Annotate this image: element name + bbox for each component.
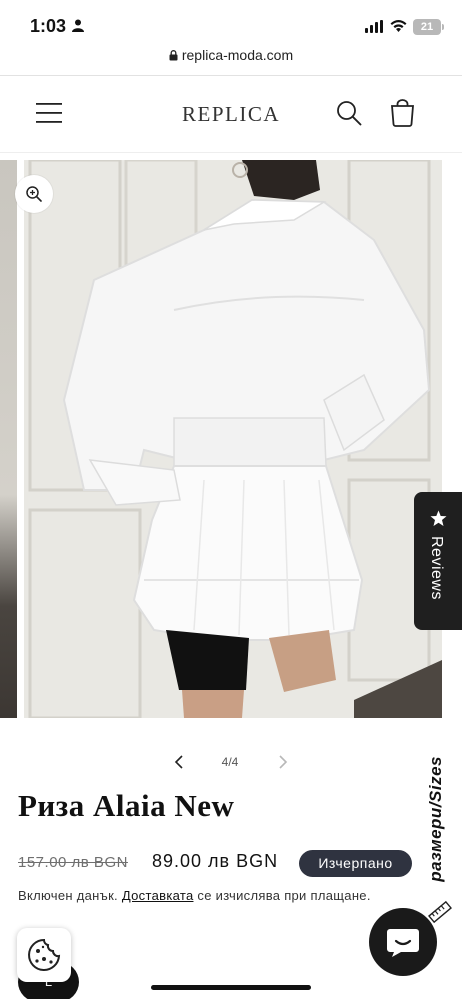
wifi-icon (390, 20, 407, 32)
star-icon (430, 510, 447, 526)
url-bar[interactable]: replica-moda.com (0, 42, 462, 76)
lock-icon (169, 50, 178, 61)
tax-note-text-end: се изчислява при плащане. (193, 888, 371, 903)
size-guide-tab[interactable]: размери/Sizes (424, 752, 454, 920)
url-text: replica-moda.com (181, 47, 294, 63)
cookie-settings-button[interactable] (17, 928, 71, 982)
zoom-button[interactable] (15, 175, 53, 213)
ruler-icon[interactable] (428, 900, 452, 924)
status-time: 1:03 (30, 16, 67, 36)
status-bar: 1:03 21 (0, 0, 462, 42)
shipping-link[interactable]: Доставката (122, 888, 194, 903)
person-icon (72, 19, 84, 32)
chevron-right-icon[interactable] (272, 752, 292, 772)
previous-slide-image[interactable] (0, 160, 17, 718)
cookie-icon (28, 938, 61, 971)
chat-icon (387, 929, 419, 957)
product-gallery[interactable] (0, 160, 462, 718)
sale-price: 89.00 лв BGN (152, 851, 279, 871)
chat-button[interactable] (369, 908, 437, 976)
reviews-tab[interactable]: Reviews (414, 492, 462, 630)
site-header: REPLICA (0, 76, 462, 152)
product-photo (24, 160, 442, 718)
search-icon[interactable] (336, 100, 362, 126)
slide-counter: 4/4 (221, 755, 239, 769)
zoom-in-icon (26, 186, 42, 202)
regular-price: 157.00 лв BGN (18, 854, 128, 871)
slider-controls: 4/4 (0, 748, 462, 778)
battery-indicator: 21 (413, 19, 444, 35)
tax-note: Включен данък. Доставката се изчислява п… (18, 888, 371, 903)
size-guide-label: размери/Sizes (426, 756, 445, 882)
tax-note-text: Включен данък. (18, 888, 122, 903)
home-indicator (151, 985, 311, 990)
signal-icon (365, 20, 383, 33)
product-title: Риза Alaia New (18, 788, 235, 823)
chevron-left-icon[interactable] (170, 752, 190, 772)
reviews-label: Reviews (428, 536, 445, 600)
product-image[interactable] (24, 160, 442, 718)
divider (0, 152, 462, 153)
cart-icon[interactable] (389, 99, 416, 127)
sold-out-badge: Изчерпано (299, 850, 412, 877)
price-row: 157.00 лв BGN 89.00 лв BGN Изчерпано (18, 850, 418, 880)
